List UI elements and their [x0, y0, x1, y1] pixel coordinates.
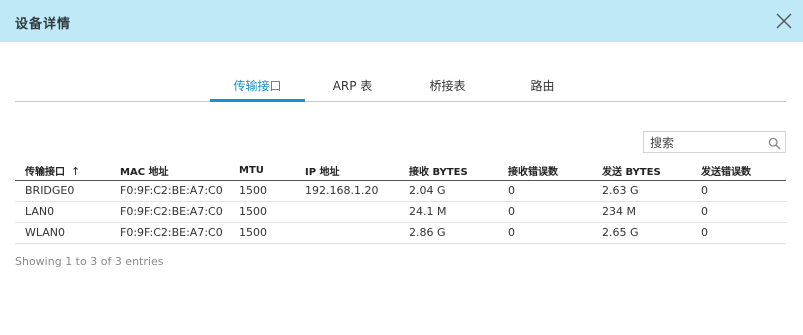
tab-arp-table[interactable]: ARP 表 — [315, 72, 390, 101]
search-icon[interactable] — [768, 135, 781, 154]
column-header-mtu[interactable]: MTU — [229, 161, 295, 181]
cell-rx-errors: 0 — [498, 222, 592, 244]
cell-mac: F0:9F:C2:BE:A7:C0 — [110, 222, 229, 244]
cell-mtu: 1500 — [229, 222, 295, 244]
table-header-row: 传输接口 ↑ MAC 地址 MTU IP 地址 接收 BYTES 接收错误数 发送… — [15, 161, 786, 181]
cell-interface: WLAN0 — [15, 222, 110, 244]
dialog-header: 设备详情 — [0, 0, 803, 42]
cell-rx-errors: 0 — [498, 180, 592, 202]
cell-interface: LAN0 — [15, 201, 110, 223]
sort-arrow-icon: ↑ — [71, 164, 81, 178]
cell-rx-errors: 0 — [498, 201, 592, 223]
table-row: WLAN0 F0:9F:C2:BE:A7:C0 1500 2.86 G 0 2.… — [15, 222, 786, 244]
table-row: BRIDGE0 F0:9F:C2:BE:A7:C0 1500 192.168.1… — [15, 180, 786, 202]
tab-interfaces[interactable]: 传输接口 — [210, 72, 305, 102]
cell-rx-bytes: 24.1 M — [399, 201, 498, 223]
cell-tx-errors: 0 — [691, 180, 786, 202]
cell-rx-bytes: 2.86 G — [399, 222, 498, 244]
cell-tx-bytes: 234 M — [592, 201, 691, 223]
column-header-tx-bytes[interactable]: 发送 BYTES — [592, 161, 691, 181]
column-header-tx-errors[interactable]: 发送错误数 — [691, 161, 786, 181]
cell-ip — [295, 201, 399, 223]
cell-ip — [295, 222, 399, 244]
cell-mtu: 1500 — [229, 201, 295, 223]
column-header-rx-errors[interactable]: 接收错误数 — [498, 161, 592, 181]
column-header-interface[interactable]: 传输接口 ↑ — [15, 161, 110, 181]
cell-rx-bytes: 2.04 G — [399, 180, 498, 202]
cell-interface: BRIDGE0 — [15, 180, 110, 202]
search-box — [643, 131, 786, 153]
cell-mac: F0:9F:C2:BE:A7:C0 — [110, 201, 229, 223]
cell-mac: F0:9F:C2:BE:A7:C0 — [110, 180, 229, 202]
search-input[interactable] — [644, 133, 762, 153]
cell-tx-errors: 0 — [691, 201, 786, 223]
tab-routes[interactable]: 路由 — [515, 72, 570, 101]
cell-tx-bytes: 2.63 G — [592, 180, 691, 202]
cell-ip: 192.168.1.20 — [295, 180, 399, 202]
cell-mtu: 1500 — [229, 180, 295, 202]
column-header-rx-bytes[interactable]: 接收 BYTES — [399, 161, 498, 181]
tab-bridge-table[interactable]: 桥接表 — [415, 72, 480, 101]
close-icon[interactable] — [775, 12, 793, 30]
cell-tx-errors: 0 — [691, 222, 786, 244]
column-header-mac[interactable]: MAC 地址 — [110, 161, 229, 181]
table-info: Showing 1 to 3 of 3 entries — [15, 255, 164, 268]
column-header-ip[interactable]: IP 地址 — [295, 161, 399, 181]
tab-bar: 传输接口 ARP 表 桥接表 路由 — [15, 72, 786, 102]
interfaces-table: 传输接口 ↑ MAC 地址 MTU IP 地址 接收 BYTES 接收错误数 发送… — [15, 161, 786, 244]
table-row: LAN0 F0:9F:C2:BE:A7:C0 1500 24.1 M 0 234… — [15, 201, 786, 223]
cell-tx-bytes: 2.65 G — [592, 222, 691, 244]
dialog-title: 设备详情 — [15, 17, 72, 32]
